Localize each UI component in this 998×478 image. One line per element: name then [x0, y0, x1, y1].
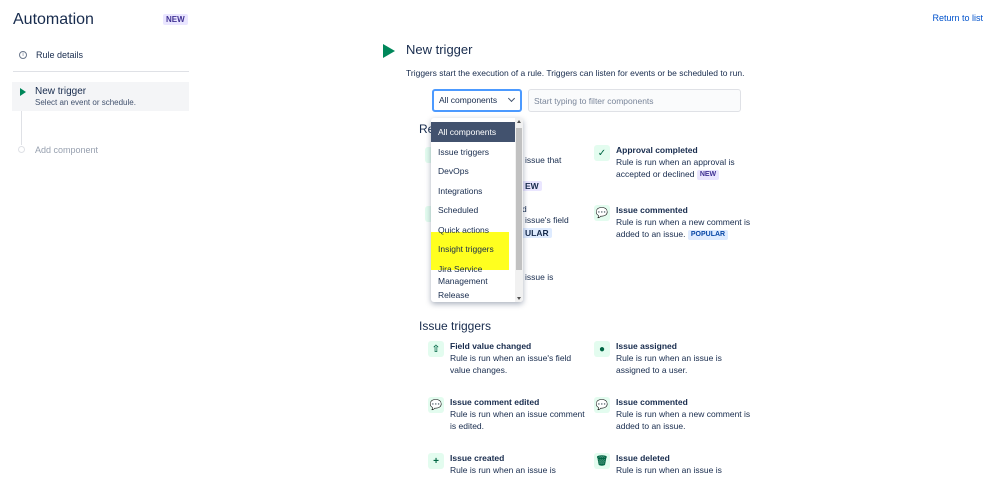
card-title: Issue comment edited [450, 397, 540, 407]
dropdown-option[interactable]: Quick actions [431, 220, 515, 240]
play-icon [20, 88, 26, 96]
card-description: Rule is run when a new comment is added … [616, 217, 751, 240]
scroll-up-icon[interactable] [517, 120, 521, 123]
filter-components-input[interactable] [528, 89, 741, 112]
comment-icon: 💬 [428, 397, 444, 413]
return-to-list-link[interactable]: Return to list [932, 13, 983, 23]
scroll-down-icon[interactable] [517, 297, 521, 300]
dropdown-option[interactable]: Jira Service Management [431, 263, 515, 287]
card-description: Rule is run when an issue is [450, 465, 556, 475]
card-title: Issue created [450, 453, 505, 463]
card-title: Issue commented [616, 397, 688, 407]
dropdown-option[interactable]: Release [431, 290, 515, 302]
card-fragment-badge: ULAR [522, 228, 552, 238]
sidebar-item-label: Rule details [36, 50, 84, 60]
app-title: Automation [13, 11, 94, 28]
new-badge: NEW [163, 14, 188, 25]
card-description: Rule is run when an issue is assigned to… [616, 353, 722, 375]
section-title-issue-triggers: Issue triggers [419, 319, 492, 333]
component-type-dropdown[interactable]: All components Issue triggers DevOps Int… [431, 118, 523, 302]
card-description: Rule is run when an issue comment is edi… [450, 409, 585, 431]
card-title: Issue assigned [616, 341, 677, 351]
comment-icon: 💬 [594, 397, 610, 413]
card-description: Rule is run when an approval is accepted… [616, 157, 735, 180]
info-icon: i [19, 51, 27, 59]
dropdown-option[interactable]: Issue triggers [431, 142, 515, 162]
card-fragment: issue's field [525, 215, 569, 225]
dropdown-option[interactable]: Integrations [431, 181, 515, 201]
dropdown-scrollbar[interactable] [515, 118, 523, 302]
card-title: Issue deleted [616, 453, 670, 463]
card-description: Rule is run when an issue is [616, 465, 722, 475]
timeline-dot [18, 146, 25, 153]
card-title: Field value changed [450, 341, 532, 351]
play-icon [383, 44, 395, 58]
new-badge: NEW [696, 169, 720, 180]
card-fragment: issue is [525, 272, 554, 282]
sidebar-item-rule-details[interactable]: i Rule details [19, 50, 83, 60]
page-description: Triggers start the execution of a rule. … [406, 68, 745, 78]
card-fragment-badge: EW [522, 181, 542, 191]
sidebar-item-new-trigger[interactable]: New trigger Select an event or schedule. [12, 82, 189, 111]
card-fragment: issue that [525, 155, 562, 165]
dropdown-option[interactable]: DevOps [431, 161, 515, 181]
sidebar-item-add-component[interactable]: Add component [35, 145, 98, 155]
dropdown-option[interactable]: Insight triggers [431, 239, 515, 259]
sidebar-divider [13, 71, 189, 72]
card-title: Issue commented [616, 205, 688, 215]
card-title: Approval completed [616, 145, 698, 155]
trash-icon: 🗑 [594, 453, 610, 469]
check-circle-icon: ✓ [594, 145, 610, 161]
sidebar-item-title: New trigger [35, 86, 87, 97]
select-value: All components [439, 95, 498, 105]
field-change-icon: ⇧ [428, 341, 444, 357]
plus-icon: + [428, 453, 444, 469]
card-description: Rule is run when a new comment is added … [616, 409, 751, 431]
card-description: Rule is run when an issue's field value … [450, 353, 572, 375]
user-icon: ● [594, 341, 610, 357]
timeline-line [21, 111, 22, 145]
chevron-down-icon [507, 94, 516, 103]
component-type-select[interactable]: All components [432, 89, 522, 112]
comment-icon: 💬 [594, 205, 610, 221]
dropdown-option[interactable]: All components [431, 122, 515, 142]
page-title: New trigger [406, 42, 473, 57]
dropdown-option[interactable]: Scheduled [431, 200, 515, 220]
scrollbar-thumb[interactable] [516, 128, 522, 270]
popular-badge: POPULAR [687, 229, 729, 240]
sidebar-item-subtitle: Select an event or schedule. [35, 98, 136, 107]
